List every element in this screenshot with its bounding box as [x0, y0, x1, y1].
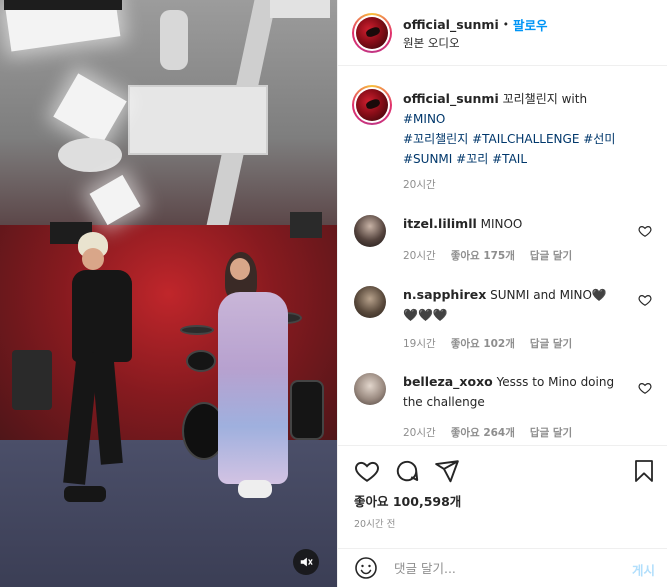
dancer-suit: [72, 270, 132, 362]
caption-username[interactable]: official_sunmi: [403, 91, 499, 106]
comments-list[interactable]: official_sunmi 꼬리챌린지 with #MINO #꼬리챌린지 #…: [338, 67, 667, 445]
muted-speaker-icon: [300, 557, 313, 567]
dancer-face: [230, 258, 250, 280]
comment-body: itzel.lilimll MINOO: [403, 214, 633, 234]
dancer-shoe: [64, 486, 106, 502]
post-header: official_sunmi • 팔로우 원본 오디오: [338, 0, 667, 66]
comment-username[interactable]: itzel.lilimll: [403, 216, 477, 231]
reply-button[interactable]: 답글 달기: [530, 425, 572, 440]
dancer-dress: [218, 292, 288, 484]
round-lamp: [58, 138, 122, 172]
reply-button[interactable]: 답글 달기: [530, 248, 572, 263]
follow-button[interactable]: 팔로우: [513, 15, 548, 34]
comment-time[interactable]: 20시간: [403, 248, 436, 263]
ceiling-beam: [270, 0, 330, 18]
comment-username[interactable]: n.sapphirex: [403, 287, 486, 302]
dancer-shoe: [238, 480, 272, 498]
comment-text: MINOO: [480, 217, 523, 231]
comment-likes[interactable]: 좋아요 102개: [451, 336, 515, 351]
comment-body: n.sapphirex SUNMI and MINO🖤 🖤🖤🖤: [403, 285, 633, 325]
dancer-face: [82, 248, 104, 270]
comment-username[interactable]: belleza_xoxo: [403, 374, 493, 389]
caption-text: 꼬리챌린지 with: [502, 92, 588, 106]
cymbal: [180, 325, 214, 335]
comment-time[interactable]: 19시간: [403, 336, 436, 351]
audio-label[interactable]: 원본 오디오: [403, 35, 460, 51]
hashtag[interactable]: #꼬리챌린지: [403, 132, 468, 146]
comment-avatar[interactable]: [354, 215, 386, 247]
comment-like-heart-icon[interactable]: [638, 381, 652, 395]
comment-meta: 20시간 좋아요 264개 답글 달기: [403, 425, 572, 440]
caption-story-ring[interactable]: [352, 85, 392, 125]
hashtag[interactable]: #SUNMI: [403, 152, 452, 166]
comment-composer: 게시: [338, 548, 667, 587]
comment-bubble-icon[interactable]: [394, 458, 420, 484]
caption-time[interactable]: 20시간: [403, 177, 436, 192]
caption-meta: 20시간: [403, 177, 436, 192]
drum: [186, 350, 216, 372]
comment-avatar[interactable]: [354, 373, 386, 405]
video-player[interactable]: [0, 0, 337, 587]
post-time[interactable]: 20시간 전: [354, 516, 395, 530]
comment-likes[interactable]: 좋아요 264개: [451, 425, 515, 440]
comment-meta: 20시간 좋아요 175개 답글 달기: [403, 248, 572, 263]
caption-avatar: [356, 89, 388, 121]
smiley-icon[interactable]: [354, 556, 378, 580]
comment-like-heart-icon[interactable]: [638, 224, 652, 238]
reply-button[interactable]: 답글 달기: [530, 336, 572, 351]
hashtag[interactable]: #TAILCHALLENGE: [472, 132, 579, 146]
studio-light-frame: [4, 0, 122, 10]
comment-text-continued: 🖤🖤🖤: [403, 308, 448, 322]
drum: [290, 380, 324, 440]
comment-avatar[interactable]: [354, 286, 386, 318]
chair: [12, 350, 52, 410]
like-count[interactable]: 좋아요 100,598개: [354, 491, 461, 510]
comment-text: Yesss to Mino doing: [496, 375, 615, 389]
post-panel: official_sunmi • 팔로우 원본 오디오 official_sun…: [337, 0, 667, 587]
mute-button[interactable]: [293, 549, 319, 575]
comment-text: SUNMI and MINO🖤: [490, 288, 607, 302]
comment-text-continued: the challenge: [403, 395, 485, 409]
heart-icon[interactable]: [354, 458, 380, 484]
separator-dot: •: [502, 18, 509, 31]
post-actions: 좋아요 100,598개 20시간 전: [338, 445, 667, 540]
comment-input[interactable]: [394, 557, 614, 579]
comment-time[interactable]: 20시간: [403, 425, 436, 440]
hashtag[interactable]: #MINO: [403, 112, 445, 126]
hashtag[interactable]: #TAIL: [492, 152, 527, 166]
post-comment-button[interactable]: 게시: [632, 560, 655, 579]
pipe: [160, 10, 188, 70]
air-conditioner-unit: [128, 85, 268, 155]
hashtag[interactable]: #선미: [583, 132, 615, 146]
paper-plane-icon[interactable]: [434, 458, 460, 484]
header-username[interactable]: official_sunmi: [403, 17, 499, 32]
comment-like-heart-icon[interactable]: [638, 293, 652, 307]
story-ring[interactable]: [352, 13, 392, 53]
caption: official_sunmi 꼬리챌린지 with #MINO #꼬리챌린지 #…: [403, 89, 653, 169]
hashtag[interactable]: #꼬리: [456, 152, 488, 166]
comment-likes[interactable]: 좋아요 175개: [451, 248, 515, 263]
bookmark-icon[interactable]: [632, 458, 656, 484]
comment-body: belleza_xoxo Yesss to Mino doing the cha…: [403, 372, 633, 412]
speaker-box: [290, 212, 322, 238]
avatar: [356, 17, 388, 49]
comment-meta: 19시간 좋아요 102개 답글 달기: [403, 336, 572, 351]
